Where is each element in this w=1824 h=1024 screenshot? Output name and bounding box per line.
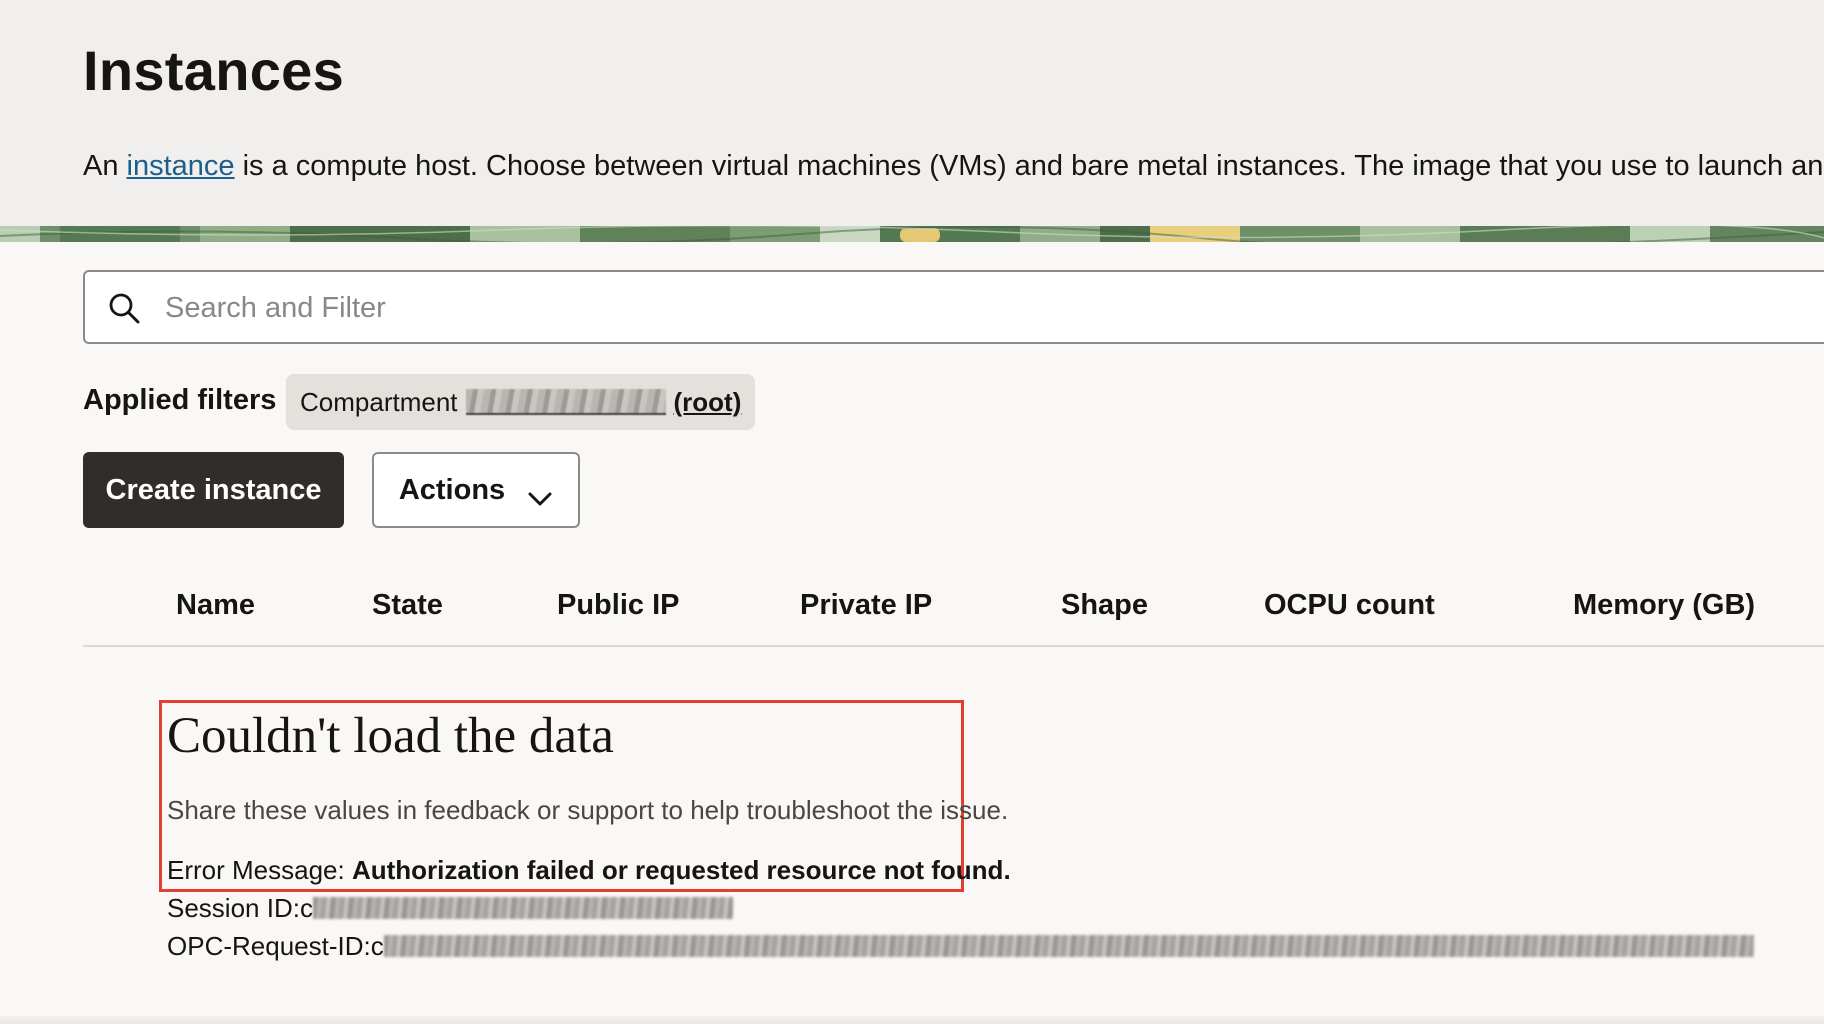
decorative-banner bbox=[0, 226, 1824, 242]
error-message-label: Error Message: bbox=[167, 855, 352, 885]
search-icon bbox=[107, 291, 141, 325]
applied-filters-label: Applied filters bbox=[83, 384, 277, 416]
actions-label: Actions bbox=[398, 473, 506, 506]
redacted-compartment-name bbox=[465, 389, 666, 415]
redacted-opc-request-id bbox=[383, 935, 1754, 957]
chevron-down-icon bbox=[527, 482, 553, 506]
create-instance-button[interactable]: Create instance bbox=[83, 452, 344, 528]
session-id-line: Session ID: c bbox=[167, 892, 733, 924]
compartment-filter-chip[interactable]: Compartment (root) bbox=[286, 374, 756, 430]
error-message: Error Message: Authorization failed or r… bbox=[167, 854, 1011, 886]
column-header-name[interactable]: Name bbox=[176, 589, 255, 622]
filter-chip-root[interactable]: (root) bbox=[674, 387, 742, 418]
session-id-prefix: c bbox=[299, 893, 313, 923]
opc-request-id-line: OPC-Request-ID: c bbox=[167, 930, 1754, 962]
opc-request-id-prefix: c bbox=[370, 931, 384, 961]
description-prefix: An bbox=[83, 150, 127, 182]
instances-table-header: Name State Public IP Private IP Shape OC… bbox=[83, 575, 1824, 647]
error-title: Couldn't load the data bbox=[167, 708, 614, 764]
page-description: An instance is a compute host. Choose be… bbox=[83, 148, 1824, 184]
opc-request-id-label: OPC-Request-ID: bbox=[167, 931, 371, 961]
page-header: Instances An instance is a compute host.… bbox=[0, 0, 1824, 226]
instance-link[interactable]: instance bbox=[127, 150, 235, 182]
redacted-session-id bbox=[312, 897, 733, 919]
description-suffix: is a compute host. Choose between virtua… bbox=[234, 150, 1824, 182]
column-header-public-ip[interactable]: Public IP bbox=[557, 589, 679, 622]
session-id-label: Session ID: bbox=[167, 893, 300, 923]
page-title: Instances bbox=[83, 39, 345, 102]
actions-menu-button[interactable]: Actions bbox=[372, 452, 580, 528]
column-header-shape[interactable]: Shape bbox=[1061, 589, 1148, 622]
search-input[interactable] bbox=[163, 282, 1667, 334]
column-header-state[interactable]: State bbox=[372, 589, 443, 622]
column-header-ocpu-count[interactable]: OCPU count bbox=[1264, 589, 1435, 622]
column-header-private-ip[interactable]: Private IP bbox=[800, 589, 932, 622]
bottom-edge bbox=[0, 1016, 1824, 1024]
filter-chip-label: Compartment bbox=[300, 386, 458, 417]
search-box[interactable] bbox=[83, 270, 1824, 344]
column-header-memory[interactable]: Memory (GB) bbox=[1573, 589, 1755, 622]
error-hint: Share these values in feedback or suppor… bbox=[167, 795, 1009, 825]
error-message-value: Authorization failed or requested resour… bbox=[351, 855, 1011, 885]
